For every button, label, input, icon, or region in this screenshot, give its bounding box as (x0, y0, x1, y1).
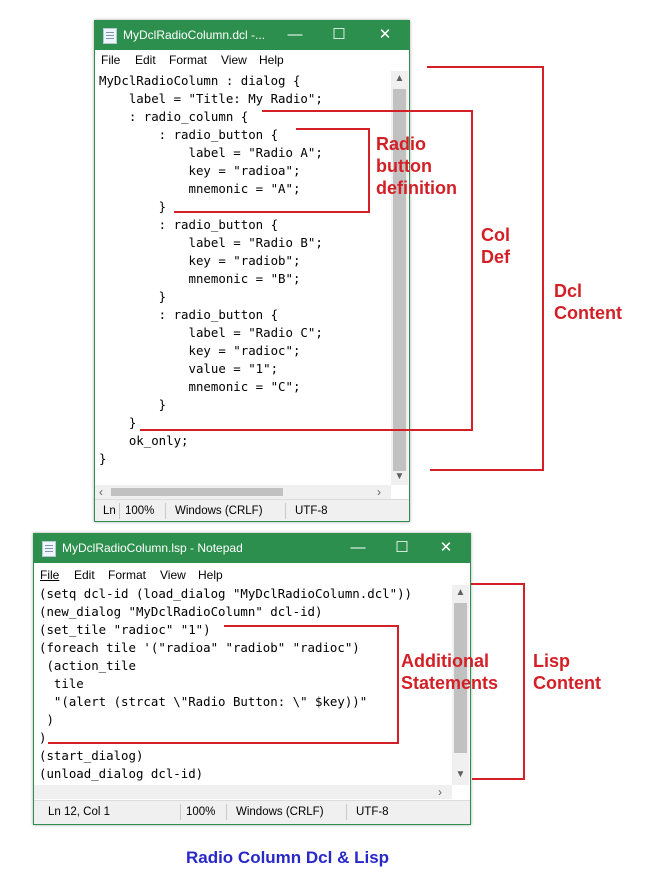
figure-caption: Radio Column Dcl & Lisp (185, 848, 390, 867)
dcl-content-bracket (427, 66, 544, 471)
additional-statements-label: Additional Statements (401, 651, 499, 693)
radio-definition-label: Radio button definition (376, 134, 457, 198)
lisp-content-label: Lisp Content (533, 651, 601, 693)
additional-statements-bracket (48, 625, 399, 744)
annotation-lines (48, 66, 544, 780)
col-def-label: Col Def (481, 225, 511, 267)
dcl-content-label: Dcl Content (554, 281, 622, 323)
radio-def-bracket (174, 128, 370, 213)
